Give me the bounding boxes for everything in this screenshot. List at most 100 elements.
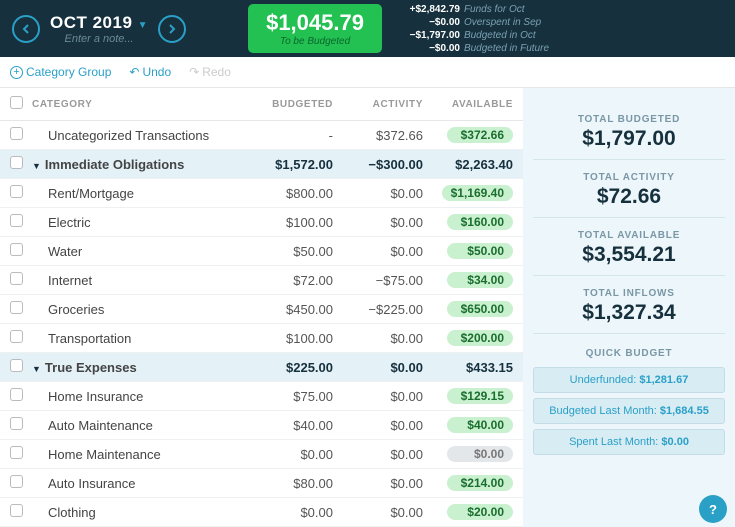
to-be-budgeted[interactable]: $1,045.79 To be Budgeted (248, 4, 382, 53)
group-available: $2,263.40 (423, 157, 513, 172)
group-checkbox[interactable] (10, 359, 23, 372)
category-group-row[interactable]: ▼True Expenses$225.00$0.00$433.15 (0, 353, 523, 382)
row-checkbox[interactable] (10, 185, 23, 198)
category-name[interactable]: Rent/Mortgage (32, 186, 243, 201)
row-checkbox[interactable] (10, 214, 23, 227)
note-input[interactable]: Enter a note... (50, 33, 148, 45)
available-cell[interactable]: $1,169.40 (423, 185, 513, 201)
category-row[interactable]: Auto Maintenance$40.00$0.00$40.00 (0, 411, 523, 440)
quick-budget-underfunded[interactable]: Underfunded: $1,281.67 (533, 367, 725, 393)
available-cell[interactable]: $372.66 (423, 127, 513, 143)
total-budgeted-value: $1,797.00 (533, 127, 725, 151)
category-row[interactable]: Uncategorized Transactions-$372.66$372.6… (0, 121, 523, 150)
available-cell[interactable]: $129.15 (423, 388, 513, 404)
budgeted-cell[interactable]: $450.00 (243, 302, 333, 317)
budgeted-cell[interactable]: $75.00 (243, 389, 333, 404)
available-cell[interactable]: $200.00 (423, 330, 513, 346)
budgeted-cell[interactable]: $100.00 (243, 331, 333, 346)
row-checkbox[interactable] (10, 475, 23, 488)
group-name[interactable]: ▼True Expenses (32, 360, 243, 375)
category-row[interactable]: Rent/Mortgage$800.00$0.00$1,169.40 (0, 179, 523, 208)
category-name[interactable]: Water (32, 244, 243, 259)
category-row[interactable]: Water$50.00$0.00$50.00 (0, 237, 523, 266)
budgeted-cell[interactable]: $0.00 (243, 447, 333, 462)
redo-button[interactable]: ↷ Redo (189, 65, 231, 79)
category-name[interactable]: Clothing (32, 505, 243, 520)
category-name[interactable]: Electric (32, 215, 243, 230)
category-row[interactable]: Internet$72.00−$75.00$34.00 (0, 266, 523, 295)
quick-budget-spent-last-month[interactable]: Spent Last Month: $0.00 (533, 429, 725, 455)
budgeted-cell[interactable]: $40.00 (243, 418, 333, 433)
quick-budget-last-month[interactable]: Budgeted Last Month: $1,684.55 (533, 398, 725, 424)
activity-cell[interactable]: $0.00 (333, 215, 423, 230)
activity-cell[interactable]: −$75.00 (333, 273, 423, 288)
activity-cell[interactable]: $0.00 (333, 476, 423, 491)
category-name[interactable]: Uncategorized Transactions (32, 128, 243, 143)
group-name[interactable]: ▼Immediate Obligations (32, 157, 243, 172)
row-checkbox[interactable] (10, 272, 23, 285)
category-name[interactable]: Home Insurance (32, 389, 243, 404)
category-row[interactable]: Clothing$0.00$0.00$20.00 (0, 498, 523, 527)
available-cell[interactable]: $160.00 (423, 214, 513, 230)
budgeted-cell[interactable]: - (243, 128, 333, 143)
budgeted-cell[interactable]: $72.00 (243, 273, 333, 288)
category-name[interactable]: Auto Insurance (32, 476, 243, 491)
activity-cell[interactable]: $0.00 (333, 418, 423, 433)
activity-cell[interactable]: $0.00 (333, 389, 423, 404)
category-row[interactable]: Groceries$450.00−$225.00$650.00 (0, 295, 523, 324)
budgeted-cell[interactable]: $0.00 (243, 505, 333, 520)
activity-cell[interactable]: $0.00 (333, 505, 423, 520)
month-selector[interactable]: OCT 2019 ▼ Enter a note... (50, 13, 148, 45)
col-category[interactable]: CATEGORY (32, 99, 243, 110)
category-row[interactable]: Home Insurance$75.00$0.00$129.15 (0, 382, 523, 411)
category-name[interactable]: Auto Maintenance (32, 418, 243, 433)
tbb-breakdown: +$2,842.79Funds for Oct −$0.00Overspent … (396, 3, 549, 55)
budgeted-cell[interactable]: $80.00 (243, 476, 333, 491)
category-row[interactable]: Home Maintenance$0.00$0.00$0.00 (0, 440, 523, 469)
available-cell[interactable]: $650.00 (423, 301, 513, 317)
activity-cell[interactable]: $0.00 (333, 447, 423, 462)
budgeted-cell[interactable]: $50.00 (243, 244, 333, 259)
category-name[interactable]: Home Maintenance (32, 447, 243, 462)
category-row[interactable]: Auto Insurance$80.00$0.00$214.00 (0, 469, 523, 498)
category-row[interactable]: Electric$100.00$0.00$160.00 (0, 208, 523, 237)
activity-cell[interactable]: $0.00 (333, 244, 423, 259)
available-cell[interactable]: $40.00 (423, 417, 513, 433)
budgeted-cell[interactable]: $800.00 (243, 186, 333, 201)
prev-month-button[interactable] (12, 15, 40, 43)
available-cell[interactable]: $50.00 (423, 243, 513, 259)
row-checkbox[interactable] (10, 417, 23, 430)
next-month-button[interactable] (158, 15, 186, 43)
available-cell[interactable]: $0.00 (423, 446, 513, 462)
category-name[interactable]: Transportation (32, 331, 243, 346)
row-checkbox[interactable] (10, 301, 23, 314)
row-checkbox[interactable] (10, 127, 23, 140)
undo-button[interactable]: ↶ Undo (129, 65, 171, 79)
col-activity[interactable]: ACTIVITY (333, 99, 423, 110)
available-cell[interactable]: $20.00 (423, 504, 513, 520)
row-checkbox[interactable] (10, 388, 23, 401)
category-group-row[interactable]: ▼Immediate Obligations$1,572.00−$300.00$… (0, 150, 523, 179)
caret-down-icon[interactable]: ▼ (32, 364, 41, 374)
col-budgeted[interactable]: BUDGETED (243, 99, 333, 110)
caret-down-icon[interactable]: ▼ (32, 161, 41, 171)
add-category-group-button[interactable]: + Category Group (10, 65, 111, 79)
group-available: $433.15 (423, 360, 513, 375)
budgeted-cell[interactable]: $100.00 (243, 215, 333, 230)
select-all-checkbox[interactable] (10, 96, 23, 109)
category-name[interactable]: Groceries (32, 302, 243, 317)
row-checkbox[interactable] (10, 446, 23, 459)
activity-cell[interactable]: $372.66 (333, 128, 423, 143)
row-checkbox[interactable] (10, 330, 23, 343)
activity-cell[interactable]: $0.00 (333, 186, 423, 201)
activity-cell[interactable]: −$225.00 (333, 302, 423, 317)
category-name[interactable]: Internet (32, 273, 243, 288)
col-available[interactable]: AVAILABLE (423, 99, 513, 110)
group-checkbox[interactable] (10, 156, 23, 169)
activity-cell[interactable]: $0.00 (333, 331, 423, 346)
row-checkbox[interactable] (10, 243, 23, 256)
available-cell[interactable]: $34.00 (423, 272, 513, 288)
help-button[interactable]: ? (699, 495, 727, 523)
category-row[interactable]: Transportation$100.00$0.00$200.00 (0, 324, 523, 353)
available-cell[interactable]: $214.00 (423, 475, 513, 491)
